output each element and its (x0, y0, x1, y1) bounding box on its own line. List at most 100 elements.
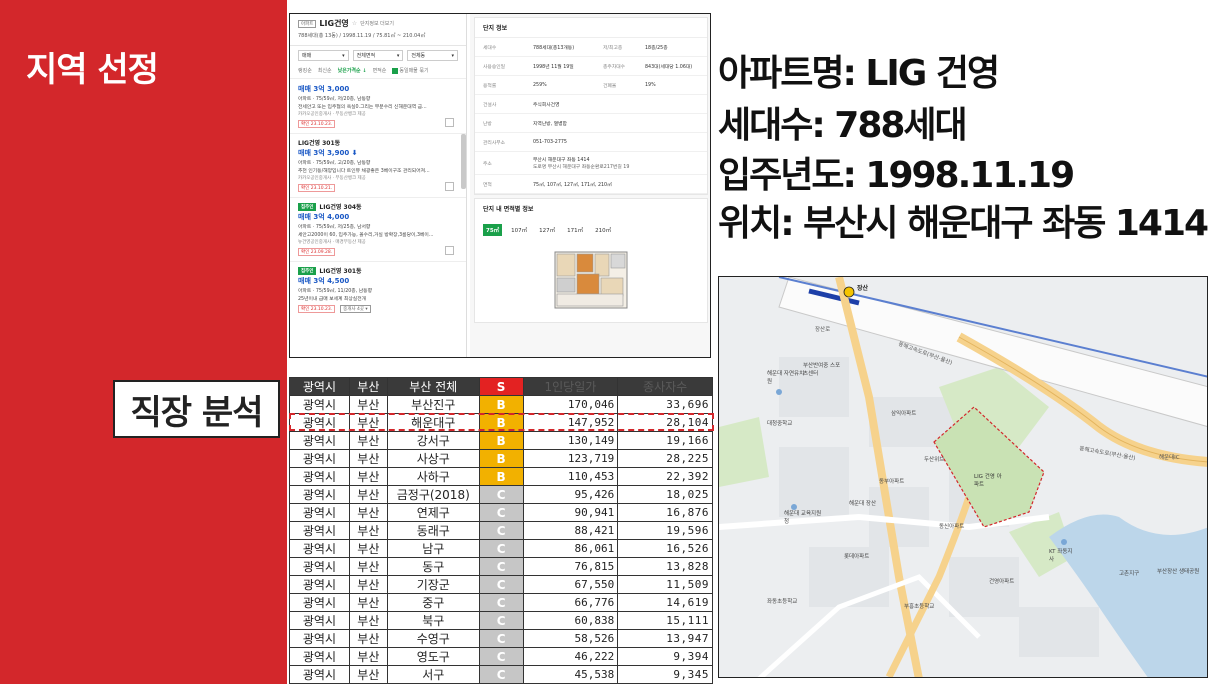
filter-bar: 매매 ▾ 전체면적 ▾ 전체동 ▾ (290, 46, 466, 65)
city-cell: 부산 (348, 467, 388, 486)
favorite-star-icon[interactable]: ☆ (352, 20, 357, 27)
grade-cell: B (478, 413, 524, 432)
area-select[interactable]: 전체면적 ▾ (352, 50, 404, 61)
table-row: 광역시 부산 부산진구 B 170,046 33,696 (289, 395, 713, 414)
workers-cell: 28,225 (617, 449, 713, 468)
area-tab-107[interactable]: 107㎡ (508, 224, 530, 236)
list-item[interactable]: 집주인 LIG건영 301동 매매 3억 4,500 아파트 · 75/59㎡, … (290, 262, 466, 318)
map-label-apt5: 동신아파트 (939, 524, 965, 530)
sort-bar: 랭킹순 최신순 낮은가격순 ↓ 면적순 동일매물 묶기 (290, 65, 466, 79)
grade-cell: B (478, 467, 524, 486)
table-row: 광역시 부산 연제구 C 90,941 16,876 (289, 503, 713, 522)
workers-cell: 9,345 (617, 665, 713, 684)
table-header-row: 광역시 부산 부산 전체 S 1인당일가 종사자수 (289, 377, 713, 396)
region-type-cell: 광역시 (289, 395, 350, 414)
list-item[interactable]: 집주인 LIG건영 304동 매매 3억 4,000 아파트 · 75/59㎡, … (290, 198, 466, 262)
region-type-cell: 광역시 (289, 521, 350, 540)
value-cell: 147,952 (522, 413, 619, 432)
agent-more-button[interactable]: 중개사 4곳 ▾ (340, 305, 371, 313)
area-tab-171[interactable]: 171㎡ (564, 224, 586, 236)
map-label-school5: 해운대 교육지원청 (784, 511, 822, 525)
col-header: 광역시 (289, 377, 350, 396)
compare-checkbox[interactable] (445, 182, 454, 191)
same-listing-toggle[interactable]: 동일매물 묶기 (392, 67, 429, 74)
region-type-cell: 광역시 (289, 467, 350, 486)
workers-cell: 28,104 (617, 413, 713, 432)
item-desc: 아파트 · 75/59㎡, 11/20층, 남동향 (298, 289, 373, 294)
list-scrollbar[interactable] (461, 134, 466, 189)
region-type-cell: 광역시 (289, 665, 350, 684)
workers-cell: 19,596 (617, 521, 713, 540)
complex-header: 아파트 LIG건영 ☆ 단지정보 더보기 788세대(총 13동) / 1998… (290, 14, 466, 46)
table-row: 광역시 부산 기장군 C 67,550 11,509 (289, 575, 713, 594)
workers-cell: 22,392 (617, 467, 713, 486)
district-cell: 동래구 (386, 521, 480, 540)
city-cell: 부산 (348, 593, 388, 612)
col-header: 1인당일가 (522, 377, 619, 396)
table-row: 광역시 부산 해운대구 B 147,952 28,104 (289, 413, 713, 432)
location-map[interactable]: 부산반여중 스포츠센터 동해고속도로(부산-울산) 동해고속도로(부산-울산) … (718, 276, 1208, 678)
district-cell: 금정구(2018) (386, 485, 480, 504)
area-tab-75[interactable]: 75㎡ (483, 224, 503, 236)
grade-cell: C (478, 539, 524, 558)
item-date: 확인 23.10.23. (298, 120, 336, 128)
sort-latest[interactable]: 최신순 (318, 67, 332, 74)
listing-panel: 아파트 LIG건영 ☆ 단지정보 더보기 788세대(총 13동) / 1998… (289, 13, 711, 358)
table-row: 광역시 부산 사하구 B 110,453 22,392 (289, 467, 713, 486)
map-label-kt: KT 좌동지사 (1049, 549, 1073, 563)
col-header: 부산 (348, 377, 388, 396)
table-row: 광역시 부산 동래구 C 88,421 19,596 (289, 521, 713, 540)
list-item[interactable]: 매매 3억 3,000 아파트 · 75/59㎡, 저/20층, 남동향 전세안… (290, 79, 466, 134)
grade-cell: C (478, 665, 524, 684)
value-cell: 88,421 (522, 521, 619, 540)
district-cell: 북구 (386, 611, 480, 630)
trade-type-select[interactable]: 매매 ▾ (298, 50, 349, 61)
map-label-complex: LIG 건영 아파트 (974, 474, 1002, 488)
sort-area[interactable]: 면적순 (373, 67, 387, 74)
city-cell: 부산 (348, 485, 388, 504)
building-select[interactable]: 전체동 ▾ (407, 50, 459, 61)
chevron-down-icon: ▾ (451, 52, 455, 59)
map-label-school3: 부흥초등학교 (904, 604, 935, 610)
owner-tag: 집주인 (298, 202, 317, 211)
region-type-cell: 광역시 (289, 449, 350, 468)
grade-cell: B (478, 395, 524, 414)
compare-checkbox[interactable] (445, 118, 454, 127)
sort-ranking[interactable]: 랭킹순 (298, 67, 312, 74)
region-type-cell: 광역시 (289, 539, 350, 558)
area-tab-127[interactable]: 127㎡ (536, 224, 558, 236)
workplace-analysis-text: 직장 분석 (130, 392, 264, 433)
value-cell: 123,719 (522, 449, 619, 468)
workers-cell: 11,509 (617, 575, 713, 594)
city-cell: 부산 (348, 647, 388, 666)
grade-cell: C (478, 485, 524, 504)
table-row: 광역시 부산 금정구(2018) C 95,426 18,025 (289, 485, 713, 504)
item-price: 매매 3억 4,000 (298, 213, 350, 221)
region-type-cell: 광역시 (289, 413, 350, 432)
list-item[interactable]: LIG건영 301동 매매 3억 3,900 ⬇ 아파트 · 75/59㎡, 고… (290, 134, 466, 198)
floor-plan-icon (554, 251, 628, 309)
workers-cell: 16,526 (617, 539, 713, 558)
sort-lowprice[interactable]: 낮은가격순 ↓ (338, 67, 367, 74)
area-info-card: 단지 내 면적별 정보 75㎡ 107㎡ 127㎡ 171㎡ 210㎡ (474, 198, 708, 323)
city-cell: 부산 (348, 611, 388, 630)
district-cell: 강서구 (386, 431, 480, 450)
region-type-cell: 광역시 (289, 575, 350, 594)
complex-name[interactable]: LIG건영 (319, 18, 348, 29)
district-cell: 남구 (386, 539, 480, 558)
grade-cell: C (478, 629, 524, 648)
area-tabs: 75㎡ 107㎡ 127㎡ 171㎡ 210㎡ (475, 218, 707, 242)
area-tab-210[interactable]: 210㎡ (592, 224, 614, 236)
complex-meta: 788세대(총 13동) / 1998.11.19 / 75.81㎡ ~ 210… (298, 33, 426, 39)
map-label-apt1: 삼익아파트 (891, 411, 917, 417)
complex-info-link[interactable]: 단지정보 더보기 (360, 20, 394, 27)
region-type-cell: 광역시 (289, 431, 350, 450)
city-cell: 부산 (348, 557, 388, 576)
complex-detail: 단지 정보 세대수 788세대(총13개동) 저/최고층 18층/25층 사용승인일 1… (470, 14, 710, 357)
item-agent: 뉴건영공인중개사 · 매경부동산 제공 (298, 240, 366, 245)
grade-cell: B (478, 449, 524, 468)
value-cell: 90,941 (522, 503, 619, 522)
map-label-apt2: 동부아파트 (879, 479, 905, 485)
compare-checkbox[interactable] (445, 246, 454, 255)
city-cell: 부산 (348, 575, 388, 594)
